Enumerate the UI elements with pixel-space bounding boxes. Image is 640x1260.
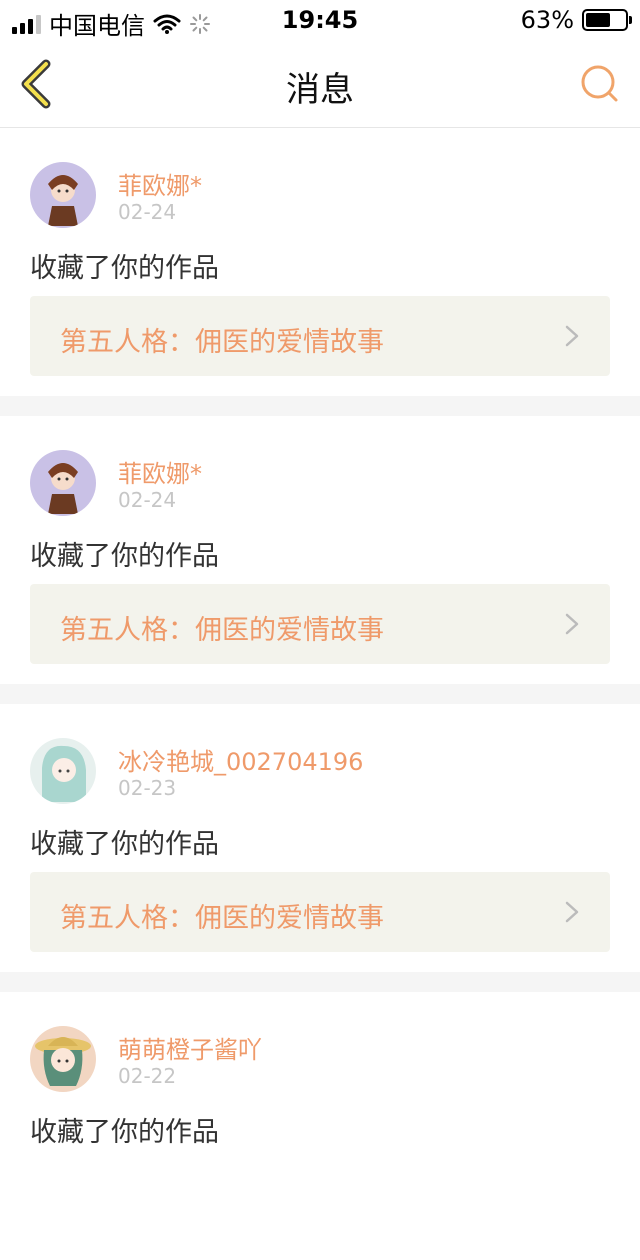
user-name[interactable]: 菲欧娜* xyxy=(118,454,202,489)
work-link[interactable]: 第五人格：佣医的爱情故事 xyxy=(30,872,610,952)
chevron-right-icon xyxy=(565,613,579,635)
user-name[interactable]: 菲欧娜* xyxy=(118,166,202,201)
work-title: 第五人格：佣医的爱情故事 xyxy=(60,327,384,358)
message-item: 菲欧娜* 02-24 收藏了你的作品 第五人格：佣医的爱情故事 xyxy=(0,128,640,396)
action-text: 收藏了你的作品 xyxy=(30,253,219,284)
battery-icon xyxy=(582,9,632,31)
work-title: 第五人格：佣医的爱情故事 xyxy=(60,903,384,934)
action-text: 收藏了你的作品 xyxy=(30,541,219,572)
nav-bar: 消息 xyxy=(0,40,640,128)
avatar[interactable] xyxy=(30,162,96,228)
work-link[interactable]: 第五人格：佣医的爱情故事 xyxy=(30,584,610,664)
work-title: 第五人格：佣医的爱情故事 xyxy=(60,615,384,646)
message-date: 02-24 xyxy=(118,488,177,512)
message-date: 02-22 xyxy=(118,1064,177,1088)
message-item: 冰冷艳城_002704196 02-23 收藏了你的作品 第五人格：佣医的爱情故… xyxy=(0,704,640,972)
action-text: 收藏了你的作品 xyxy=(30,829,219,860)
battery-percent: 63% xyxy=(520,6,574,34)
avatar[interactable] xyxy=(30,738,96,804)
chevron-right-icon xyxy=(565,901,579,923)
message-item: 菲欧娜* 02-24 收藏了你的作品 第五人格：佣医的爱情故事 xyxy=(0,416,640,684)
work-link[interactable]: 第五人格：佣医的爱情故事 xyxy=(30,296,610,376)
message-item: 萌萌橙子酱吖 02-22 收藏了你的作品 xyxy=(0,992,640,1260)
user-name[interactable]: 萌萌橙子酱吖 xyxy=(118,1030,262,1065)
message-date: 02-24 xyxy=(118,200,177,224)
message-date: 02-23 xyxy=(118,776,177,800)
chevron-right-icon xyxy=(565,325,579,347)
page-title: 消息 xyxy=(286,70,354,110)
status-right: 63% xyxy=(520,6,632,34)
action-text: 收藏了你的作品 xyxy=(30,1117,219,1148)
avatar[interactable] xyxy=(30,1026,96,1092)
avatar[interactable] xyxy=(30,450,96,516)
status-bar: 中国电信 19:45 63% xyxy=(0,0,640,40)
user-name[interactable]: 冰冷艳城_002704196 xyxy=(118,742,363,777)
search-icon[interactable] xyxy=(578,62,622,106)
message-list: 菲欧娜* 02-24 收藏了你的作品 第五人格：佣医的爱情故事 菲欧娜* 02-… xyxy=(0,128,640,1260)
